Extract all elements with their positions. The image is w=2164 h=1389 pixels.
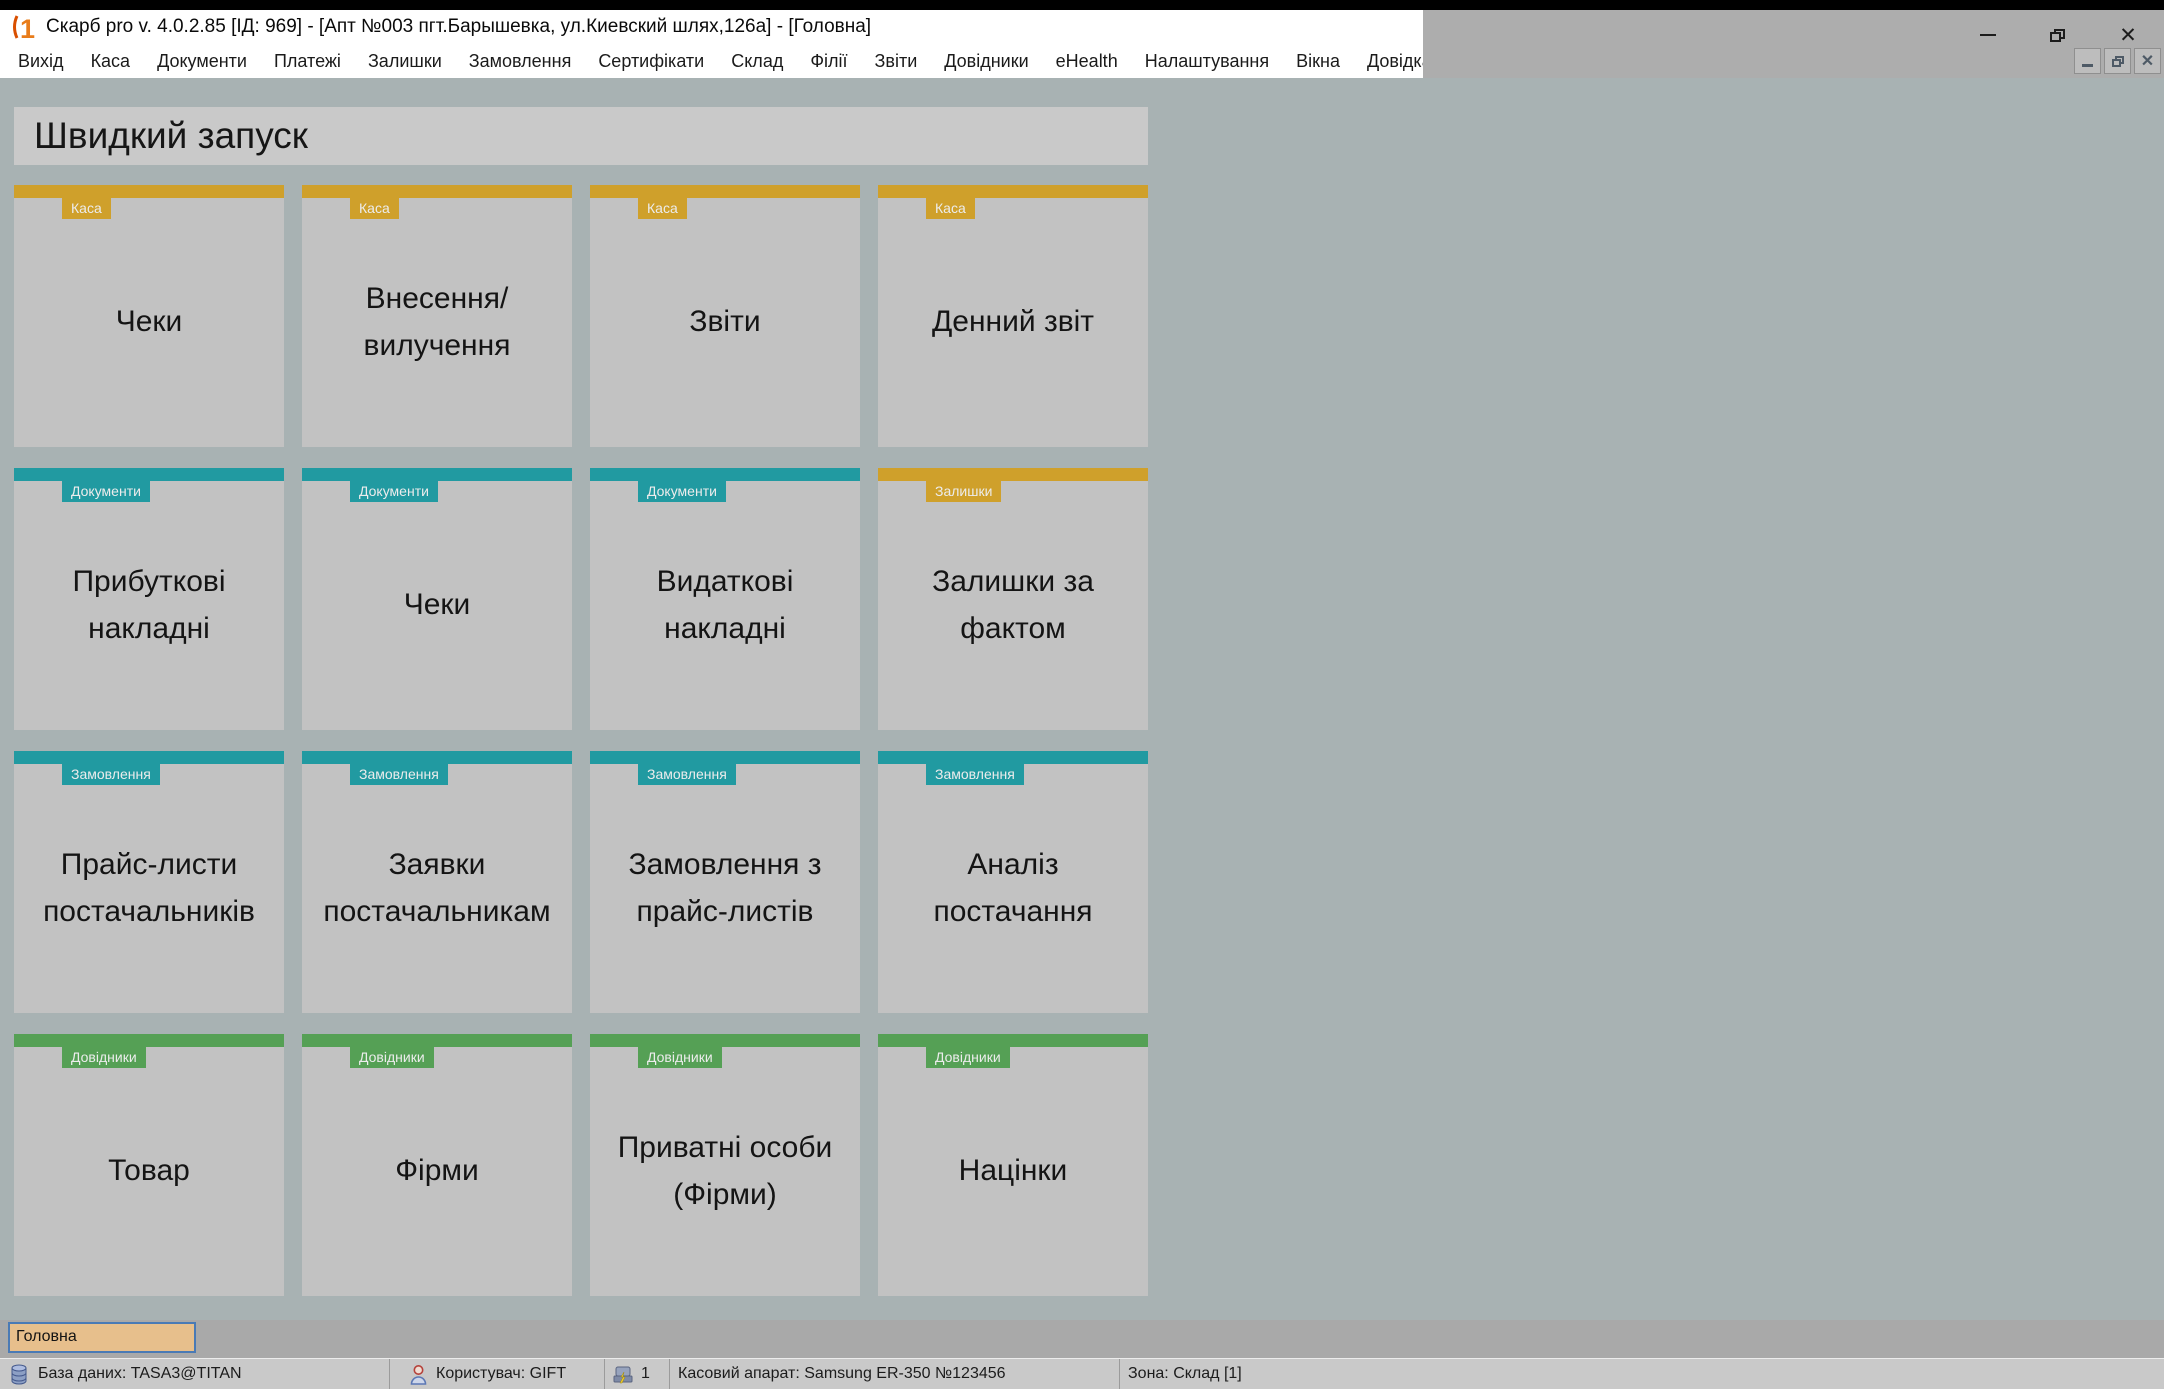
tile-label: Фірми bbox=[311, 1047, 563, 1296]
menu-item-platezhi[interactable]: Платежі bbox=[274, 51, 341, 72]
tile-zamovlennia-prais-lysty[interactable]: Замовлення Прайс-листи постачальників bbox=[14, 751, 284, 1013]
tile-kasa-cheky[interactable]: Каса Чеки bbox=[14, 185, 284, 447]
tile-label: Товар bbox=[23, 1047, 275, 1296]
tile-zamovlennia-analiz-postachannia[interactable]: Замовлення Аналіз постачання bbox=[878, 751, 1148, 1013]
tile-category-bar bbox=[14, 185, 284, 198]
database-icon bbox=[10, 1364, 28, 1385]
app-icon[interactable]: 1 bbox=[8, 12, 38, 42]
tile-category-bar bbox=[878, 185, 1148, 198]
tile-label: Видаткові накладні bbox=[599, 481, 851, 730]
user-icon bbox=[410, 1364, 427, 1385]
tile-dokumenty-prybutkovi-nakladni[interactable]: Документи Прибуткові накладні bbox=[14, 468, 284, 730]
svg-text:1: 1 bbox=[20, 14, 35, 42]
menu-item-dokumenty[interactable]: Документи bbox=[157, 51, 247, 72]
status-database-segment: База даних: TASA3@TITAN bbox=[0, 1359, 390, 1389]
mdi-close-button[interactable]: ✕ bbox=[2134, 48, 2161, 74]
tile-zamovlennia-z-prais-lystiv[interactable]: Замовлення Замовлення з прайс-листів bbox=[590, 751, 860, 1013]
menu-item-nalashtuvannia[interactable]: Налаштування bbox=[1145, 51, 1269, 72]
tile-dovidnyky-natsinky[interactable]: Довідники Націнки bbox=[878, 1034, 1148, 1296]
tile-category-bar bbox=[14, 751, 284, 764]
window-minimize-button[interactable] bbox=[1971, 24, 2005, 46]
menu-item-dovidka[interactable]: Довідка bbox=[1367, 51, 1432, 72]
tile-label: Заявки постачальникам bbox=[311, 764, 563, 1013]
tile-kasa-dennyi-zvit[interactable]: Каса Денний звіт bbox=[878, 185, 1148, 447]
menu-item-ehealth[interactable]: eHealth bbox=[1056, 51, 1118, 72]
tile-label: Націнки bbox=[887, 1047, 1139, 1296]
window-close-button[interactable]: ✕ bbox=[2111, 24, 2145, 46]
tile-label: Звіти bbox=[599, 198, 851, 447]
tab-holovna[interactable]: Головна bbox=[8, 1322, 196, 1353]
tile-kasa-vnesennia-vyluchennia[interactable]: Каса Внесення/вилучення bbox=[302, 185, 572, 447]
menu-item-zvity[interactable]: Звіти bbox=[875, 51, 918, 72]
tile-label: Денний звіт bbox=[887, 198, 1139, 447]
tile-category-bar bbox=[302, 468, 572, 481]
tile-category-bar bbox=[14, 468, 284, 481]
tile-label: Прайс-листи постачальників bbox=[23, 764, 275, 1013]
status-database-text: База даних: TASA3@TITAN bbox=[38, 1365, 242, 1383]
mdi-window-controls: ✕ bbox=[2074, 48, 2161, 74]
tile-label: Прибуткові накладні bbox=[23, 481, 275, 730]
tile-label: Внесення/вилучення bbox=[311, 198, 563, 447]
tile-category-bar bbox=[14, 1034, 284, 1047]
title-bar: 1 Скарб pro v. 4.0.2.85 [ІД: 969] - [Апт… bbox=[0, 10, 1423, 78]
mdi-minimize-button[interactable] bbox=[2074, 48, 2101, 74]
tile-label: Залишки за фактом bbox=[887, 481, 1139, 730]
mdi-restore-button[interactable] bbox=[2104, 48, 2131, 74]
tile-category-bar bbox=[878, 468, 1148, 481]
menu-item-sklad[interactable]: Склад bbox=[731, 51, 783, 72]
status-register-text: Касовий апарат: Samsung ER-350 №123456 bbox=[678, 1365, 1006, 1383]
status-user-segment: Користувач: GIFT bbox=[390, 1359, 605, 1389]
status-register-count: 1 bbox=[641, 1365, 650, 1383]
tile-dovidnyky-tovar[interactable]: Довідники Товар bbox=[14, 1034, 284, 1296]
tile-dovidnyky-firmy[interactable]: Довідники Фірми bbox=[302, 1034, 572, 1296]
tile-category-bar bbox=[302, 185, 572, 198]
tile-zamovlennia-zaiavky[interactable]: Замовлення Заявки постачальникам bbox=[302, 751, 572, 1013]
tile-category-bar bbox=[590, 468, 860, 481]
document-tab-strip: Головна bbox=[0, 1320, 2164, 1358]
menu-item-dovidnyky[interactable]: Довідники bbox=[944, 51, 1028, 72]
window-restore-button[interactable] bbox=[2040, 24, 2074, 46]
tile-category-bar bbox=[590, 185, 860, 198]
tile-label: Чеки bbox=[311, 481, 563, 730]
tile-label: Аналіз постачання bbox=[887, 764, 1139, 1013]
status-zone-segment: Зона: Склад [1] bbox=[1120, 1359, 2164, 1389]
tile-zalyshky-za-faktom[interactable]: Залишки Залишки за фактом bbox=[878, 468, 1148, 730]
tile-category-bar bbox=[590, 1034, 860, 1047]
status-zone-text: Зона: Склад [1] bbox=[1128, 1365, 1242, 1383]
status-bar: База даних: TASA3@TITAN Користувач: GIFT… bbox=[0, 1358, 2164, 1389]
menu-item-vikna[interactable]: Вікна bbox=[1296, 51, 1340, 72]
tile-kasa-zvity[interactable]: Каса Звіти bbox=[590, 185, 860, 447]
tile-label: Чеки bbox=[23, 198, 275, 447]
tile-label: Приватні особи (Фірми) bbox=[599, 1047, 851, 1296]
menu-item-vykhid[interactable]: Вихід bbox=[18, 51, 64, 72]
menu-item-kasa[interactable]: Каса bbox=[91, 51, 131, 72]
titlebar-right-area: ✕ ✕ bbox=[1423, 10, 2164, 78]
tile-category-bar bbox=[878, 1034, 1148, 1047]
quick-launch-header: Швидкий запуск bbox=[14, 107, 1148, 165]
tile-category-bar bbox=[590, 751, 860, 764]
status-register-segment: Касовий апарат: Samsung ER-350 №123456 bbox=[670, 1359, 1120, 1389]
tile-category-bar bbox=[302, 1034, 572, 1047]
menu-bar: 2 Вихід Каса Документи Платежі Залишки З… bbox=[0, 44, 1423, 78]
menu-item-zalyshky[interactable]: Залишки bbox=[368, 51, 442, 72]
status-register-count-segment: 1 bbox=[605, 1359, 670, 1389]
window-title: Скарб pro v. 4.0.2.85 [ІД: 969] - [Апт №… bbox=[46, 16, 871, 38]
cash-register-icon bbox=[613, 1365, 633, 1384]
quick-launch-title: Швидкий запуск bbox=[34, 115, 308, 157]
menu-item-zamovlennia[interactable]: Замовлення bbox=[469, 51, 572, 72]
menu-item-sertyfikaty[interactable]: Сертифікати bbox=[598, 51, 704, 72]
status-user-text: Користувач: GIFT bbox=[436, 1365, 566, 1383]
tile-category-bar bbox=[302, 751, 572, 764]
tile-dokumenty-vydatkovi-nakladni[interactable]: Документи Видаткові накладні bbox=[590, 468, 860, 730]
menu-item-filii[interactable]: Філії bbox=[810, 51, 847, 72]
tile-label: Замовлення з прайс-листів bbox=[599, 764, 851, 1013]
tile-category-bar bbox=[878, 751, 1148, 764]
tile-dokumenty-cheky[interactable]: Документи Чеки bbox=[302, 468, 572, 730]
tile-dovidnyky-pryvatni-osoby[interactable]: Довідники Приватні особи (Фірми) bbox=[590, 1034, 860, 1296]
